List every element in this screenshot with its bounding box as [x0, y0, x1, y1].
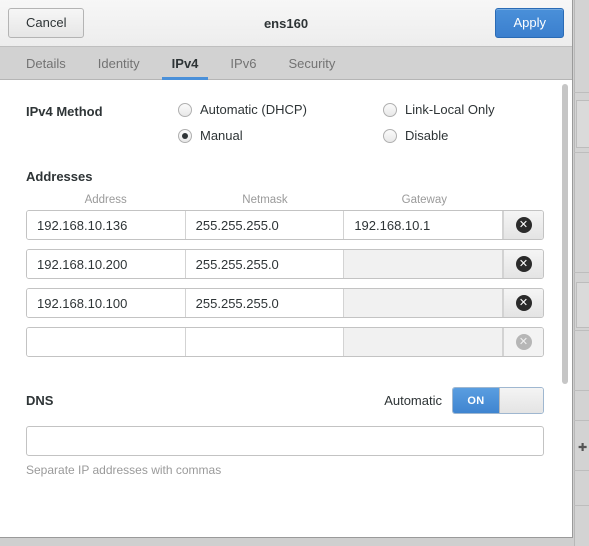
tab-identity[interactable]: Identity [82, 47, 156, 79]
background-window-divider [574, 505, 589, 506]
netmask-input-row-4[interactable] [185, 328, 345, 356]
dns-automatic-control: Automatic ON [384, 387, 544, 414]
background-window-divider [574, 470, 589, 471]
radio-indicator-automatic-dhcp [178, 102, 192, 117]
dns-section-title: DNS [26, 393, 54, 408]
dns-automatic-toggle[interactable]: ON [452, 387, 544, 414]
delete-address-button-row-4: ✕ [503, 328, 543, 356]
gateway-input-row-2[interactable] [344, 250, 503, 278]
background-window-divider [574, 390, 589, 391]
address-input-row-4[interactable] [27, 328, 186, 356]
gateway-input-row-4[interactable] [344, 328, 503, 356]
ipv4-method-section: IPv4 Method Automatic (DHCP) Link-Local … [26, 102, 544, 143]
background-window-panel [576, 100, 589, 148]
tab-ipv6[interactable]: IPv6 [214, 47, 272, 79]
background-window-divider [574, 152, 589, 153]
address-input-row-3[interactable]: 192.168.10.100 [27, 289, 186, 317]
column-header-address: Address [84, 194, 127, 206]
table-row: ✕ [26, 327, 544, 357]
dns-servers-input[interactable] [26, 426, 544, 456]
toggle-knob [499, 388, 543, 413]
delete-address-button-row-3[interactable]: ✕ [503, 289, 543, 317]
ipv4-method-options: Automatic (DHCP) Link-Local Only Manual … [178, 102, 544, 143]
toggle-state-label: ON [453, 388, 499, 413]
address-input-row-1[interactable]: 192.168.10.136 [27, 211, 186, 239]
apply-button[interactable]: Apply [495, 8, 564, 38]
background-window-divider [574, 420, 589, 421]
tab-security[interactable]: Security [272, 47, 351, 79]
background-window-divider [574, 272, 589, 273]
radio-indicator-link-local-only [383, 102, 397, 117]
addresses-table: Address Netmask Gateway 192.168.10.136 2… [26, 194, 544, 357]
radio-label-manual: Manual [200, 128, 243, 143]
remove-icon: ✕ [515, 217, 532, 233]
gateway-input-row-1[interactable]: 192.168.10.1 [344, 211, 503, 239]
radio-indicator-manual [178, 128, 192, 143]
delete-address-button-row-2[interactable]: ✕ [503, 250, 543, 278]
content-scrollbar-track[interactable] [562, 82, 570, 535]
radio-disable[interactable]: Disable [383, 128, 544, 143]
netmask-input-row-2[interactable]: 255.255.255.0 [185, 250, 345, 278]
dns-automatic-label: Automatic [384, 393, 442, 408]
addresses-table-header: Address Netmask Gateway [26, 194, 544, 206]
delete-address-button-row-1[interactable]: ✕ [503, 211, 543, 239]
background-add-icon: ✚ [578, 442, 588, 454]
radio-automatic-dhcp[interactable]: Automatic (DHCP) [178, 102, 383, 117]
column-header-netmask: Netmask [242, 194, 288, 206]
netmask-input-row-1[interactable]: 255.255.255.0 [185, 211, 345, 239]
dns-section-header: DNS Automatic ON [26, 387, 544, 414]
background-window-divider [574, 92, 589, 93]
cancel-button[interactable]: Cancel [8, 8, 85, 38]
radio-link-local-only[interactable]: Link-Local Only [383, 102, 544, 117]
gateway-input-row-3[interactable] [344, 289, 503, 317]
remove-icon: ✕ [515, 295, 532, 311]
dialog-title: ens160 [263, 15, 309, 31]
network-connection-dialog: Cancel ens160 Apply Details Identity IPv… [0, 0, 573, 538]
content-scrollbar-thumb[interactable] [562, 84, 568, 384]
settings-content-area: IPv4 Method Automatic (DHCP) Link-Local … [0, 80, 572, 537]
table-row: 192.168.10.200 255.255.255.0 ✕ [26, 249, 544, 279]
tab-ipv4[interactable]: IPv4 [156, 47, 215, 80]
remove-icon: ✕ [515, 334, 532, 350]
remove-icon: ✕ [515, 256, 532, 272]
table-row: 192.168.10.136 255.255.255.0 192.168.10.… [26, 210, 544, 240]
table-row: 192.168.10.100 255.255.255.0 ✕ [26, 288, 544, 318]
background-window [574, 0, 589, 546]
radio-label-disable: Disable [405, 128, 449, 143]
addresses-section-title: Addresses [26, 169, 93, 184]
background-window-panel [576, 282, 589, 328]
address-input-row-2[interactable]: 192.168.10.200 [27, 250, 186, 278]
radio-indicator-disable [383, 128, 397, 143]
background-window-divider [574, 330, 589, 331]
dialog-headerbar: Cancel ens160 Apply [0, 0, 572, 47]
tab-details[interactable]: Details [10, 47, 82, 79]
radio-manual[interactable]: Manual [178, 128, 383, 143]
ipv4-method-label: IPv4 Method [26, 104, 103, 119]
netmask-input-row-3[interactable]: 255.255.255.0 [185, 289, 345, 317]
column-header-gateway: Gateway [401, 194, 448, 206]
column-header-actions [504, 194, 544, 206]
tab-bar: Details Identity IPv4 IPv6 Security [0, 47, 572, 80]
radio-label-automatic-dhcp: Automatic (DHCP) [200, 102, 307, 117]
radio-label-link-local-only: Link-Local Only [405, 102, 495, 117]
dns-hint-text: Separate IP addresses with commas [26, 463, 222, 477]
